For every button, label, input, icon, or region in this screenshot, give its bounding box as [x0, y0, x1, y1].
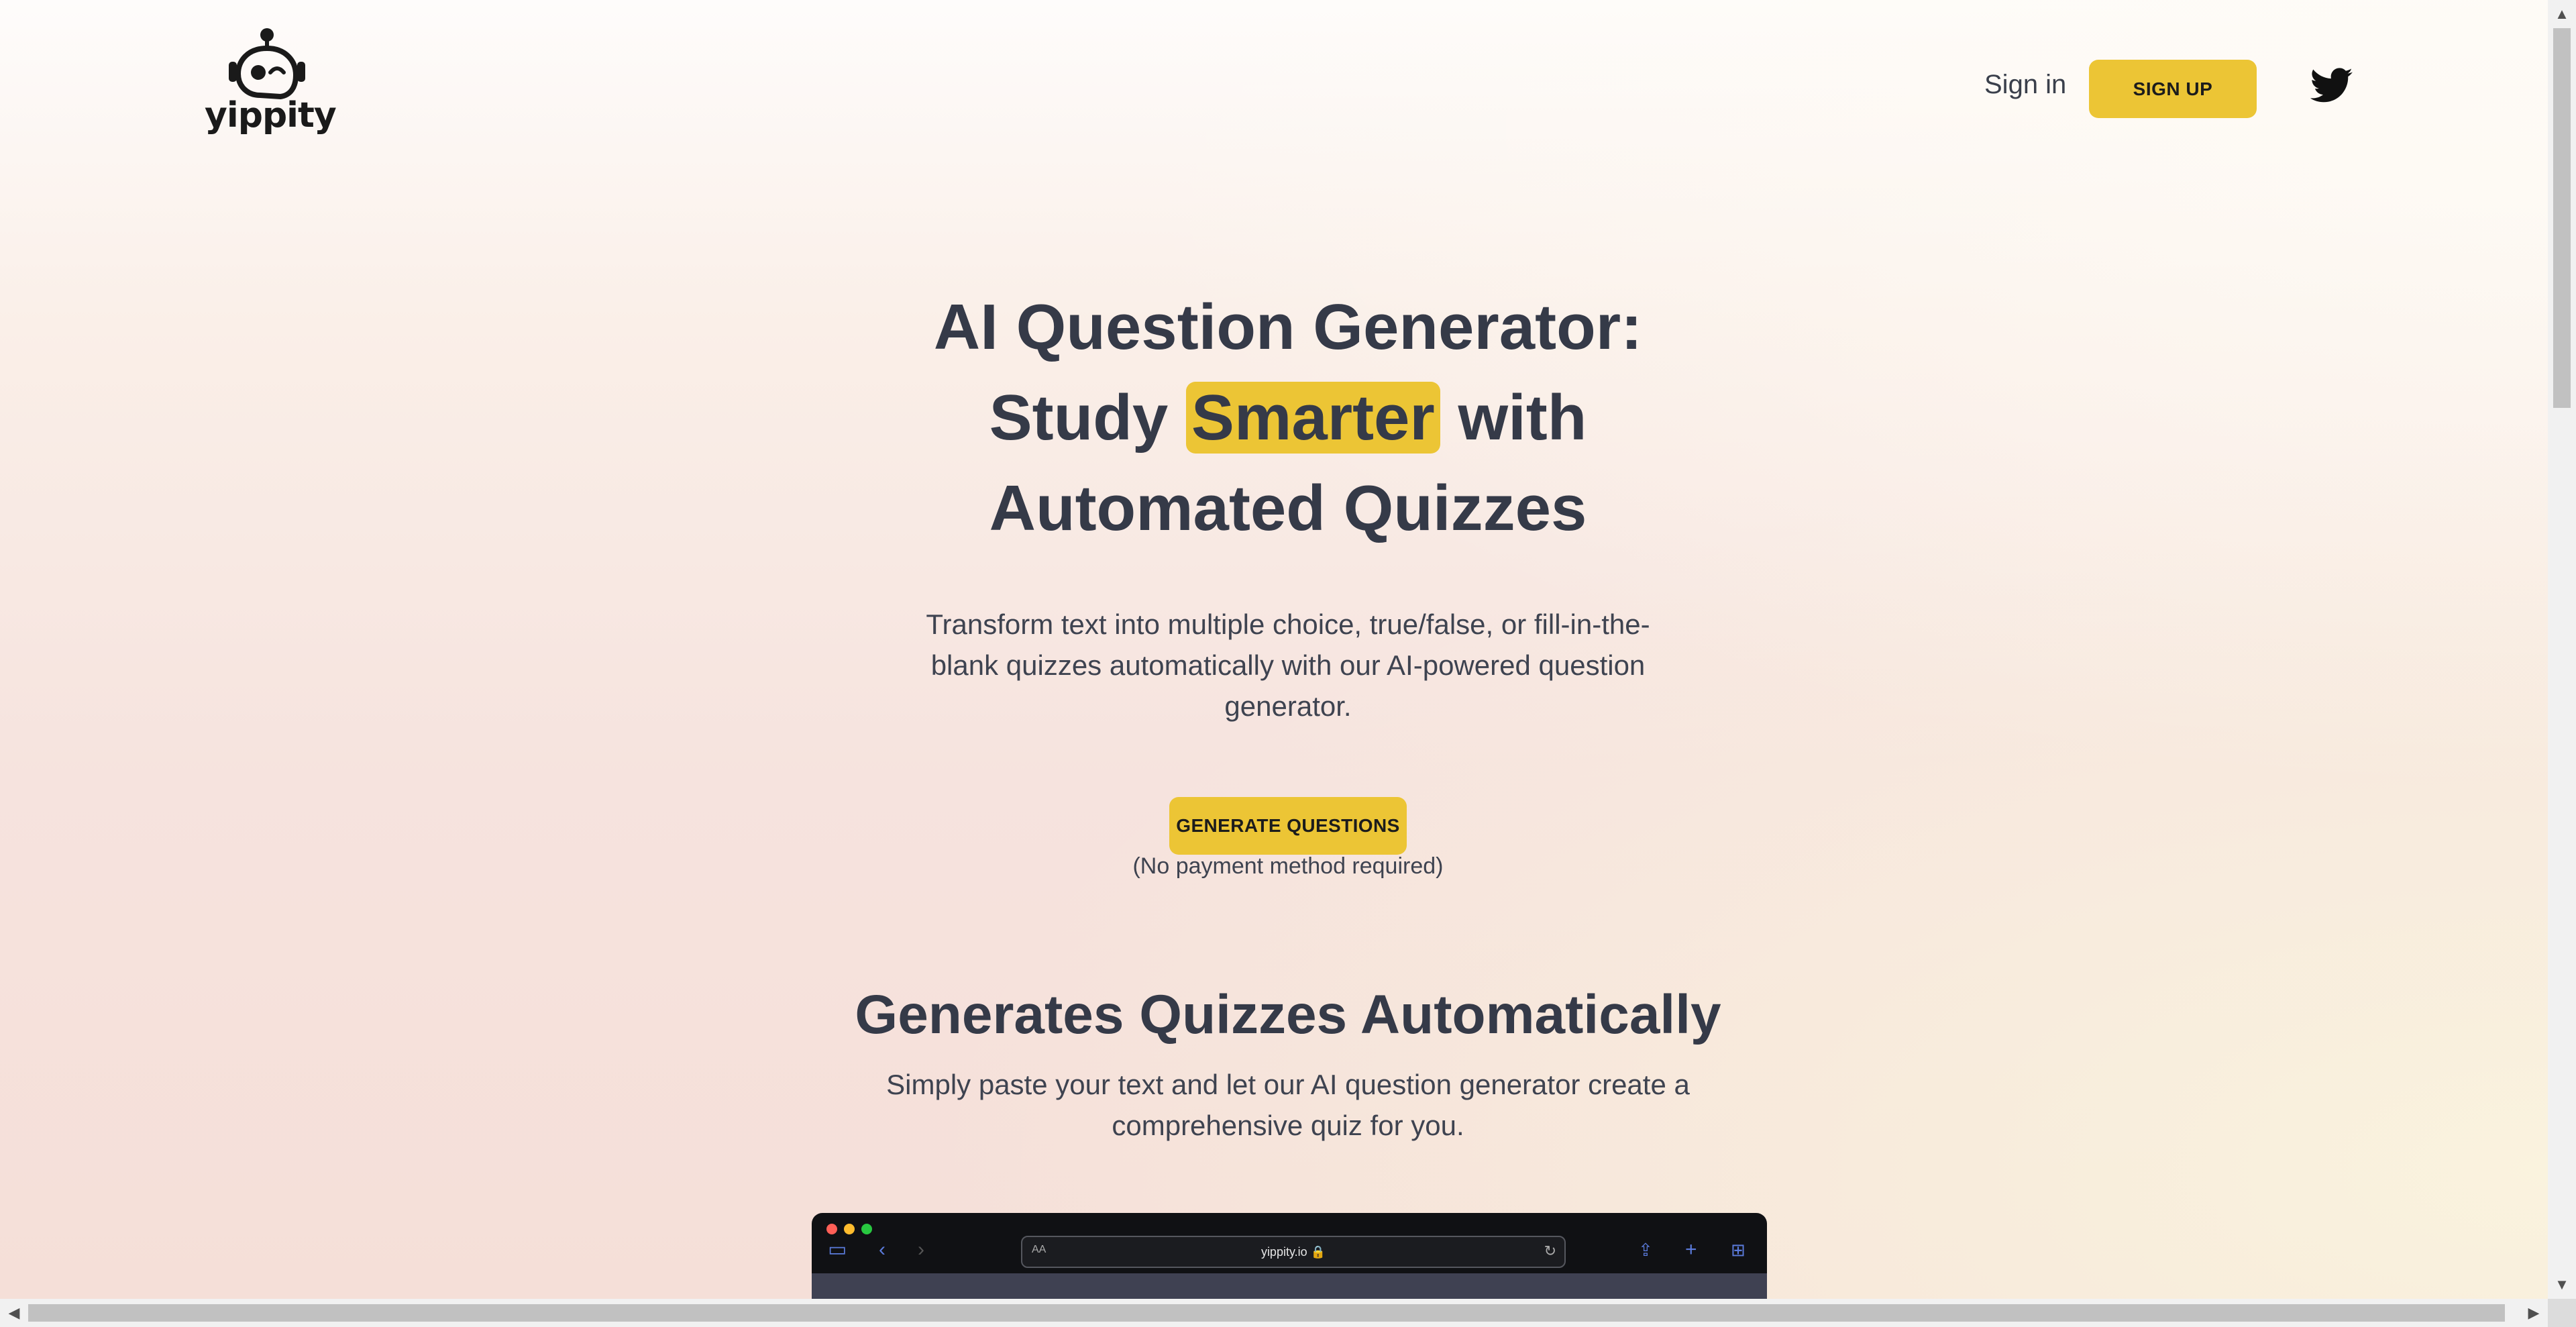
mockup-address-bar: AA yippity.io 🔒 ↻: [1021, 1236, 1566, 1268]
minimize-dot-icon: [844, 1224, 855, 1234]
reload-icon: ↻: [1544, 1242, 1556, 1259]
tabs-grid-icon: ⊞: [1731, 1240, 1746, 1260]
sidebar-icon: ▭: [828, 1238, 847, 1261]
forward-icon: ›: [918, 1238, 924, 1261]
logo-text: yippity: [205, 95, 337, 136]
hero-title-line2-pre: Study: [989, 382, 1169, 454]
new-tab-icon: +: [1685, 1238, 1697, 1261]
scrollbar-corner: [2548, 1299, 2576, 1327]
generate-questions-button[interactable]: GENERATE QUESTIONS: [1169, 797, 1407, 855]
horizontal-scrollbar[interactable]: ◀ ▶: [0, 1299, 2548, 1327]
hero-title-highlight: Smarter: [1185, 382, 1440, 454]
cta-note: (No payment method required): [1132, 853, 1444, 879]
scroll-down-icon[interactable]: ▼: [2548, 1271, 2576, 1299]
twitter-icon[interactable]: [2310, 67, 2353, 105]
page: yippity Sign in SIGN UP AI Question Gene…: [0, 0, 2548, 1299]
maximize-dot-icon: [861, 1224, 872, 1234]
hero-title: AI Question Generator: Study Smarter wit…: [738, 282, 1838, 553]
sign-in-link[interactable]: Sign in: [1984, 70, 2066, 100]
hero-title-line3: Automated Quizzes: [989, 472, 1587, 544]
back-icon: ‹: [879, 1238, 885, 1261]
scroll-right-icon[interactable]: ▶: [2520, 1299, 2548, 1327]
robot-logo-icon: [228, 28, 305, 100]
section-title: Generates Quizzes Automatically: [855, 984, 1721, 1045]
hero-title-line2-post: with: [1458, 382, 1587, 454]
mockup-content: [812, 1273, 1767, 1299]
close-dot-icon: [826, 1224, 837, 1234]
scroll-up-icon[interactable]: ▲: [2548, 0, 2576, 28]
mockup-text-size: AA: [1032, 1244, 1046, 1255]
vertical-scrollbar[interactable]: ▲ ▼: [2548, 0, 2576, 1299]
browser-mockup: ▭ ‹ › AA yippity.io 🔒 ↻ ⇪ + ⊞: [812, 1213, 1767, 1299]
hero-title-line1: AI Question Generator:: [933, 291, 1643, 363]
share-icon: ⇪: [1638, 1240, 1653, 1260]
horizontal-scroll-thumb[interactable]: [28, 1304, 2505, 1322]
sign-up-button[interactable]: SIGN UP: [2089, 60, 2257, 118]
logo[interactable]: yippity: [205, 28, 337, 144]
mockup-url: yippity.io 🔒: [1260, 1244, 1326, 1259]
section-description: Simply paste your text and let our AI qu…: [886, 1069, 1690, 1141]
hero-description: Transform text into multiple choice, tru…: [926, 608, 1650, 722]
vertical-scroll-thumb[interactable]: [2553, 28, 2571, 408]
scroll-left-icon[interactable]: ◀: [0, 1299, 28, 1327]
